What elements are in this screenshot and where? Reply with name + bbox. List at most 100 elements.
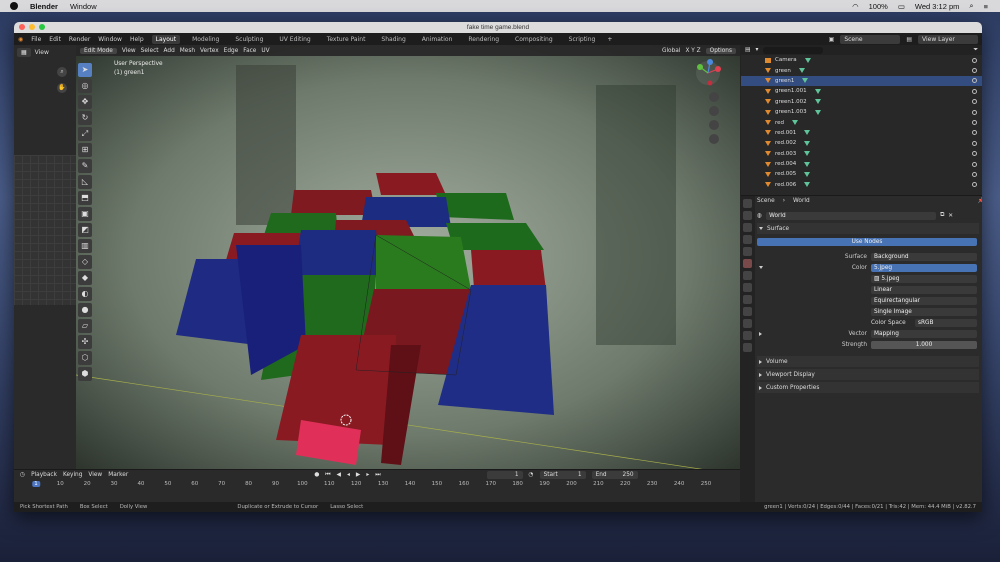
color-space-select[interactable]: sRGB (915, 318, 977, 327)
modifier-tab-icon[interactable] (743, 283, 752, 292)
projection-select[interactable]: Equirectangular (871, 296, 977, 305)
mesh-data-icon[interactable] (804, 140, 811, 146)
next-key-icon[interactable]: ▸ (366, 472, 369, 478)
editor-type-icon[interactable]: ▦ (17, 48, 31, 57)
zoom-window-icon[interactable] (39, 24, 45, 30)
start-frame-field[interactable]: Start 1 (539, 471, 586, 479)
source-select[interactable]: Single Image (871, 307, 977, 316)
tab-compositing[interactable]: Compositing (511, 35, 557, 44)
world-name-field[interactable]: World (766, 211, 937, 220)
visibility-eye-icon[interactable] (972, 130, 977, 136)
jump-start-icon[interactable]: ⏮ (325, 472, 330, 479)
search-icon[interactable]: ⌕ (969, 1, 973, 11)
mesh-data-icon[interactable] (798, 68, 805, 74)
measure-tool-icon[interactable]: ◺ (78, 175, 92, 189)
3d-viewport[interactable]: Edit Mode View Select Add Mesh Vertex Ed… (76, 45, 740, 469)
inset-tool-icon[interactable]: ▣ (78, 207, 92, 221)
poly-build-tool-icon[interactable]: ◆ (78, 271, 92, 285)
menu-render[interactable]: Render (69, 36, 90, 43)
spin-tool-icon[interactable]: ◐ (78, 287, 92, 301)
outliner-row[interactable]: green1 (741, 75, 982, 87)
mesh-data-icon[interactable] (804, 57, 811, 63)
volume-panel-header[interactable]: Volume (757, 356, 979, 367)
vector-expand-icon[interactable] (759, 331, 762, 336)
jump-end-icon[interactable]: ⏭ (375, 472, 380, 479)
tab-animation[interactable]: Animation (418, 35, 457, 44)
filter-icon[interactable]: ⏷ (973, 47, 978, 54)
visibility-eye-icon[interactable] (972, 68, 977, 74)
prev-key-icon[interactable]: ◀ (337, 472, 341, 478)
scale-tool-icon[interactable]: ⤢ (78, 127, 92, 141)
mesh-data-icon[interactable] (814, 109, 821, 115)
mesh-data-icon[interactable] (802, 78, 809, 84)
vp-menu-edge[interactable]: Edge (224, 48, 239, 54)
visibility-eye-icon[interactable] (972, 57, 977, 63)
world-tab-icon[interactable] (743, 259, 752, 268)
mesh-data-icon[interactable] (804, 151, 811, 157)
menu-help[interactable]: Help (130, 36, 144, 43)
play-reverse-icon[interactable]: ◂ (347, 472, 350, 478)
vp-menu-view[interactable]: View (122, 48, 136, 54)
annotate-tool-icon[interactable]: ✎ (78, 159, 92, 173)
hand-pan-icon[interactable]: ✋ (57, 83, 67, 93)
surface-panel-header[interactable]: Surface (757, 223, 979, 234)
outliner-row[interactable]: red.003 (741, 149, 982, 159)
color-expand-icon[interactable] (759, 266, 763, 269)
add-workspace-icon[interactable]: + (607, 36, 612, 43)
end-frame-field[interactable]: End 250 (591, 471, 638, 479)
transform-space[interactable]: Global (662, 48, 681, 54)
shrink-tool-icon[interactable]: ✣ (78, 335, 92, 349)
tab-shading[interactable]: Shading (377, 35, 409, 44)
visibility-eye-icon[interactable] (972, 161, 977, 167)
axis-toggles[interactable]: X Y Z (685, 48, 700, 54)
mac-menu-window[interactable]: Window (70, 2, 97, 11)
tab-layout[interactable]: Layout (151, 34, 181, 44)
visibility-eye-icon[interactable] (972, 182, 977, 188)
tab-rendering[interactable]: Rendering (464, 35, 503, 44)
loop-cut-tool-icon[interactable]: ▥ (78, 239, 92, 253)
rip-tool-icon[interactable]: ⬢ (78, 367, 92, 381)
color-input-field[interactable]: 5.jpeg (871, 263, 977, 272)
menu-window[interactable]: Window (98, 36, 122, 43)
strength-slider[interactable]: 1.000 (871, 340, 977, 349)
battery-icon[interactable]: ▭ (898, 2, 905, 11)
outliner-row[interactable]: green1.002 (741, 97, 982, 107)
interpolation-select[interactable]: Linear (871, 285, 977, 294)
outliner-search-input[interactable] (763, 46, 824, 54)
navigation-gizmo[interactable] (688, 59, 728, 169)
options-button[interactable]: Options (705, 47, 736, 54)
viewport-display-panel-header[interactable]: Viewport Display (757, 369, 979, 380)
outliner-row[interactable]: red.001 (741, 128, 982, 138)
custom-properties-panel-header[interactable]: Custom Properties (757, 382, 979, 393)
display-mode-icon[interactable]: ▾ (755, 47, 758, 53)
outliner-editor-icon[interactable]: ▤ (745, 47, 750, 53)
mesh-data-icon[interactable] (814, 88, 821, 94)
tl-menu-keying[interactable]: Keying (63, 472, 82, 478)
visibility-eye-icon[interactable] (972, 120, 977, 126)
object-tab-icon[interactable] (743, 271, 752, 280)
constraints-tab-icon[interactable] (743, 319, 752, 328)
mesh-data-icon[interactable] (804, 130, 811, 136)
copy-world-icon[interactable]: ⧉ (940, 212, 944, 219)
play-icon[interactable]: ▶ (356, 472, 360, 478)
outliner-row[interactable]: green1.003 (741, 107, 982, 117)
tab-scripting[interactable]: Scripting (565, 35, 600, 44)
use-nodes-button[interactable]: Use Nodes (757, 237, 977, 246)
view-layer-selector[interactable]: View Layer (918, 34, 978, 44)
mesh-data-icon[interactable] (804, 171, 811, 177)
battery-percent[interactable]: 100% (869, 2, 888, 11)
visibility-eye-icon[interactable] (972, 78, 977, 84)
move-tool-icon[interactable]: ✥ (78, 95, 92, 109)
current-frame-field[interactable]: 1 (486, 471, 523, 479)
visibility-eye-icon[interactable] (972, 88, 977, 94)
physics-tab-icon[interactable] (743, 307, 752, 316)
material-tab-icon[interactable] (743, 343, 752, 352)
visibility-eye-icon[interactable] (972, 140, 977, 146)
vp-menu-mesh[interactable]: Mesh (180, 48, 195, 54)
uv-grid[interactable] (14, 155, 76, 305)
unlink-world-icon[interactable]: ✕ (948, 213, 953, 219)
mesh-data-icon[interactable] (804, 182, 811, 188)
outliner-row[interactable]: red.004 (741, 159, 982, 169)
vector-input-field[interactable]: Mapping (871, 329, 977, 338)
outliner-row[interactable]: Camera (741, 55, 982, 65)
